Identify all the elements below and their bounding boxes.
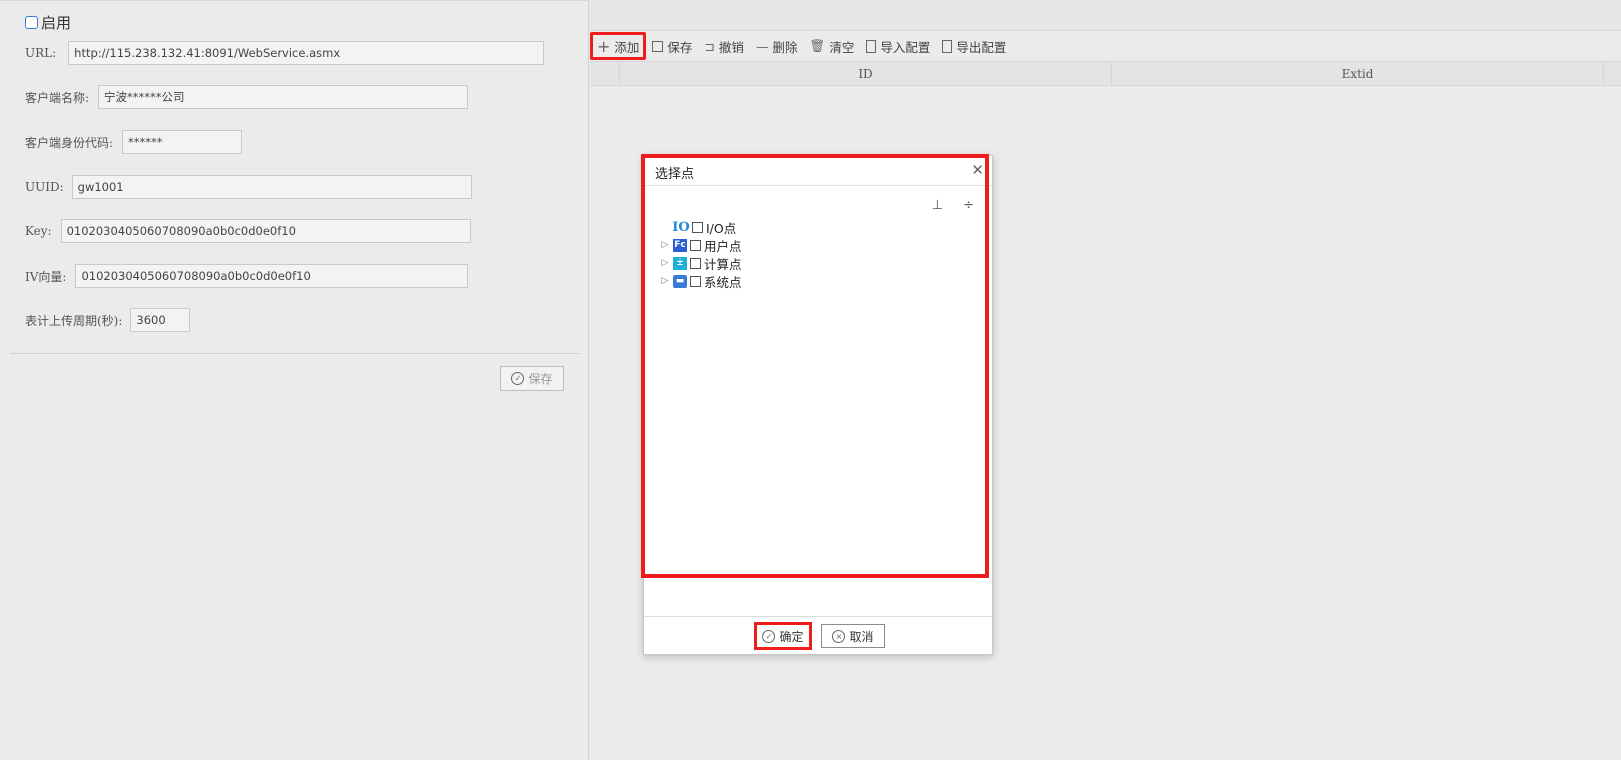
dialog-footer: ✓ 确定 × 取消 xyxy=(644,616,992,654)
key-label: Key: xyxy=(25,224,52,238)
delete-label: 删除 xyxy=(772,39,798,55)
floppy-icon xyxy=(652,40,664,52)
export-config-button[interactable]: 导出配置 xyxy=(936,32,1012,60)
import-config-button[interactable]: 导入配置 xyxy=(860,32,936,60)
trash-icon: 🗑 xyxy=(809,38,826,53)
upload-period-label: 表计上传周期(秒): xyxy=(25,313,123,328)
collapse-all-icon[interactable]: ⊥ xyxy=(932,198,943,213)
url-input[interactable]: http://115.238.132.41:8091/WebService.as… xyxy=(68,41,545,65)
check-circle-icon: ✓ xyxy=(762,629,776,643)
left-config-panel: 启用 URL: http://115.238.132.41:8091/WebSe… xyxy=(0,0,589,760)
client-name-input[interactable]: 宁波******公司 xyxy=(98,85,469,109)
client-id-row: 客户端身份代码: ****** xyxy=(25,130,243,154)
enable-checkbox[interactable]: 启用 xyxy=(25,12,71,33)
tree-label: I/O点 xyxy=(706,220,737,236)
expand-arrow-icon[interactable]: ▷ xyxy=(660,240,670,250)
io-icon: IO xyxy=(672,219,690,235)
save-config-button[interactable]: ✓ 保存 xyxy=(500,366,564,391)
iv-row: IV向量: 0102030405060708090a0b0c0d0e0f10 xyxy=(25,264,469,288)
tree-tools: ⊥ ÷ xyxy=(932,198,974,213)
confirm-button[interactable]: ✓ 确定 xyxy=(754,622,812,650)
tree-node-calc[interactable]: ▷ ± 计算点 xyxy=(660,254,742,272)
file-icon xyxy=(942,39,953,53)
tree-label: 系统点 xyxy=(704,274,742,290)
key-row: Key: 0102030405060708090a0b0c0d0e0f10 xyxy=(25,219,471,243)
tree-node-io[interactable]: IO I/O点 xyxy=(660,218,742,236)
save-button[interactable]: 保存 xyxy=(646,32,698,60)
tree-label: 计算点 xyxy=(704,256,742,272)
tree-checkbox[interactable] xyxy=(692,221,703,233)
iv-input[interactable]: 0102030405060708090a0b0c0d0e0f10 xyxy=(75,264,469,288)
tree-checkbox[interactable] xyxy=(690,257,701,269)
client-id-input[interactable]: ****** xyxy=(122,130,243,154)
tree-checkbox[interactable] xyxy=(690,239,701,251)
cancel-label: 取消 xyxy=(849,629,874,644)
clear-label: 清空 xyxy=(829,39,855,55)
toolbar: + 添加 保存 ⊐ 撤销 — 删除 🗑 清空 导入配置 导出配置 xyxy=(590,31,1012,61)
clear-button[interactable]: 🗑 清空 xyxy=(803,32,860,60)
save-label: 保存 xyxy=(667,39,693,55)
calc-point-icon: ± xyxy=(673,256,687,270)
uuid-label: UUID: xyxy=(25,180,64,194)
grid-header-extid[interactable]: Extid xyxy=(1112,62,1604,85)
user-point-icon: Fc xyxy=(673,238,687,252)
iv-label: IV向量: xyxy=(25,269,67,284)
point-tree: IO I/O点 ▷ Fc 用户点 ▷ ± 计算点 ▷ ▬ 系统点 xyxy=(660,218,742,290)
url-label: URL: xyxy=(25,46,57,60)
client-name-label: 客户端名称: xyxy=(25,90,90,105)
file-icon xyxy=(866,39,877,53)
expand-arrow-icon[interactable]: ▷ xyxy=(660,258,670,268)
top-band xyxy=(590,0,1621,31)
key-input[interactable]: 0102030405060708090a0b0c0d0e0f10 xyxy=(60,219,471,243)
upload-period-input[interactable]: 3600 xyxy=(130,308,191,332)
x-circle-icon: × xyxy=(832,629,846,643)
tree-label: 用户点 xyxy=(704,238,742,254)
save-config-label: 保存 xyxy=(528,372,553,386)
cancel-button[interactable]: × 取消 xyxy=(821,624,885,648)
url-row: URL: http://115.238.132.41:8091/WebServi… xyxy=(25,41,545,65)
grid-header-scroll xyxy=(1604,62,1621,85)
grid-header: ID Extid xyxy=(590,61,1621,86)
minus-icon: — xyxy=(755,38,769,54)
undo-label: 撤销 xyxy=(718,39,744,55)
expand-arrow-icon[interactable]: ▷ xyxy=(660,276,670,286)
system-point-icon: ▬ xyxy=(673,274,687,288)
select-point-dialog: 选择点 ✕ ⊥ ÷ IO I/O点 ▷ Fc 用户点 ▷ ± 计算点 ▷ ▬ 系… xyxy=(643,155,993,655)
export-config-label: 导出配置 xyxy=(956,39,1007,55)
check-circle-icon: ✓ xyxy=(511,372,525,385)
upload-period-row: 表计上传周期(秒): 3600 xyxy=(25,308,191,332)
add-label: 添加 xyxy=(614,39,640,55)
undo-icon: ⊐ xyxy=(704,38,715,54)
plus-icon: + xyxy=(597,36,611,56)
tree-checkbox[interactable] xyxy=(690,275,701,287)
uuid-row: UUID: gw1001 xyxy=(25,175,472,199)
dialog-title: 选择点 xyxy=(655,167,695,182)
client-name-row: 客户端名称: 宁波******公司 xyxy=(25,85,469,109)
delete-button[interactable]: — 删除 xyxy=(750,32,804,60)
confirm-label: 确定 xyxy=(779,629,804,644)
enable-label: 启用 xyxy=(41,14,72,32)
grid-header-select[interactable] xyxy=(590,62,620,85)
grid-header-id[interactable]: ID xyxy=(620,62,1112,85)
uuid-input[interactable]: gw1001 xyxy=(71,175,472,199)
tree-node-user[interactable]: ▷ Fc 用户点 xyxy=(660,236,742,254)
undo-button[interactable]: ⊐ 撤销 xyxy=(698,32,750,60)
expand-all-icon[interactable]: ÷ xyxy=(963,198,974,213)
dialog-titlebar: 选择点 ✕ xyxy=(644,156,992,186)
divider xyxy=(10,353,579,354)
add-button[interactable]: + 添加 xyxy=(590,32,647,60)
checkbox-icon[interactable] xyxy=(25,16,38,29)
close-icon[interactable]: ✕ xyxy=(971,162,984,178)
client-id-label: 客户端身份代码: xyxy=(25,135,114,150)
import-config-label: 导入配置 xyxy=(880,39,931,55)
tree-node-system[interactable]: ▷ ▬ 系统点 xyxy=(660,272,742,290)
